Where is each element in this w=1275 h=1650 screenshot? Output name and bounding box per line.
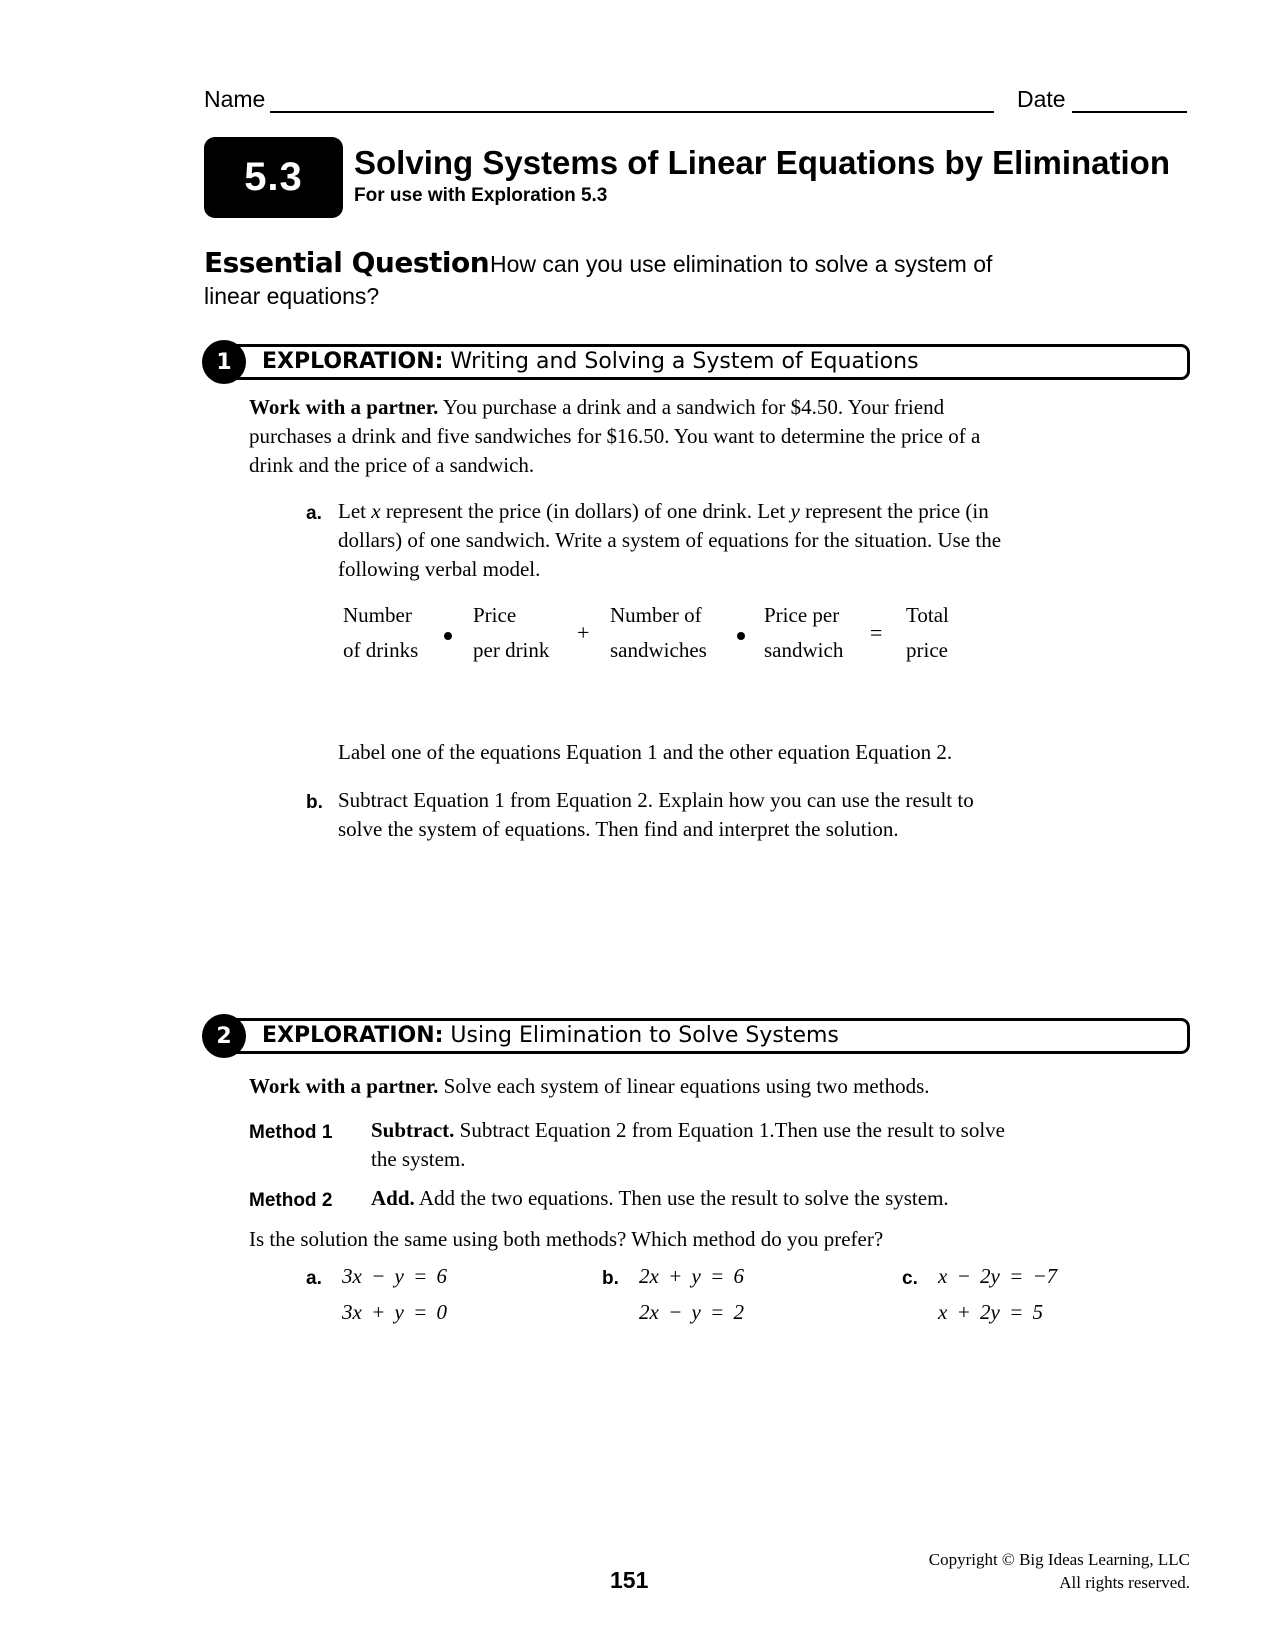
system-c-eq1: x − 2y = −7: [938, 1264, 1058, 1288]
method-2-label: Method 2: [249, 1190, 333, 1211]
exploration-1-number: 1: [216, 349, 232, 375]
lesson-title: Solving Systems of Linear Equations by E…: [354, 144, 1170, 181]
exploration-1-title: EXPLORATION: Writing and Solving a Syste…: [262, 349, 919, 374]
copyright-line-1: Copyright © Big Ideas Learning, LLC: [928, 1550, 1190, 1569]
part-a-text-1: Let: [338, 499, 372, 523]
verbal-term-bottom: of drinks: [343, 638, 419, 662]
method-1-text: Subtract. Subtract Equation 2 from Equat…: [371, 1116, 1171, 1174]
part-a-label: a.: [306, 503, 322, 524]
verbal-term-bottom: per drink: [473, 638, 550, 662]
intro-line-1: You purchase a drink and a sandwich for …: [438, 395, 945, 419]
verbal-term: Total price: [906, 598, 949, 668]
intro-text: Solve each system of linear equations us…: [438, 1074, 930, 1098]
copyright: Copyright © Big Ideas Learning, LLC All …: [929, 1548, 1190, 1594]
verbal-term-top: Number of: [610, 603, 702, 627]
verbal-term: Price per sandwich: [764, 598, 843, 668]
exploration-2-number: 2: [216, 1023, 232, 1049]
method-2-line-1: Add the two equations. Then use the resu…: [414, 1186, 949, 1210]
verbal-term: Number of drinks: [343, 598, 418, 668]
multiply-dot-icon: [737, 632, 745, 640]
name-label: Name: [204, 86, 266, 112]
method-1-line-1: Subtract Equation 2 from Equation 1.Then…: [454, 1118, 1005, 1142]
verbal-term-top: Number: [343, 603, 412, 627]
verbal-term: Number of sandwiches: [610, 598, 707, 668]
method-2-bold: Add.: [371, 1186, 415, 1210]
multiply-dot-icon: [444, 632, 452, 640]
verbal-term-bottom: price: [906, 638, 948, 662]
part-a-line-2: dollars) of one sandwich. Write a system…: [338, 528, 1002, 552]
part-a-text-2: represent the price (in dollars) of one …: [380, 499, 791, 523]
name-field[interactable]: [270, 111, 994, 113]
exploration-1-number-badge: 1: [202, 340, 246, 384]
part-b-label: b.: [306, 792, 323, 813]
lesson-number: 5.3: [244, 155, 303, 199]
verbal-term: Price per drink: [473, 598, 549, 668]
verbal-term-top: Total: [906, 603, 949, 627]
essential-question-text: How can you use elimination to solve a s…: [490, 251, 993, 277]
part-b-line-1: Subtract Equation 1 from Equation 2. Exp…: [338, 788, 974, 812]
part-a-line-3: following verbal model.: [338, 557, 541, 581]
date-label: Date: [1017, 86, 1066, 112]
date-field[interactable]: [1072, 111, 1187, 113]
variable-x: x: [371, 499, 381, 523]
system-c-label: c.: [902, 1268, 918, 1289]
method-1-line-2: the system.: [371, 1147, 466, 1171]
part-b-text: Subtract Equation 1 from Equation 2. Exp…: [338, 786, 1138, 844]
verbal-term-bottom: sandwich: [764, 638, 844, 662]
system-a-label: a.: [306, 1268, 322, 1289]
exploration-2-intro: Work with a partner. Solve each system o…: [249, 1072, 1149, 1101]
label-equations-instruction: Label one of the equations Equation 1 an…: [338, 740, 953, 764]
part-a-text: Let x represent the price (in dollars) o…: [338, 497, 1138, 584]
exploration-2-title-text: Using Elimination to Solve Systems: [450, 1023, 839, 1048]
verbal-term-top: Price: [473, 603, 517, 627]
lesson-subtitle: For use with Exploration 5.3: [354, 185, 608, 206]
intro-bold: Work with a partner.: [249, 1074, 439, 1098]
part-b-line-2: solve the system of equations. Then find…: [338, 817, 899, 841]
part-a-text-3: represent the price (in: [799, 499, 989, 523]
exploration-2-title: EXPLORATION: Using Elimination to Solve …: [262, 1023, 839, 1048]
intro-line-3: drink and the price of a sandwich.: [249, 453, 535, 477]
exploration-2-label: EXPLORATION:: [262, 1023, 444, 1048]
system-c-eq2: x + 2y = 5: [938, 1300, 1043, 1324]
variable-y: y: [790, 499, 800, 523]
essential-question-text-cont: linear equations?: [204, 283, 380, 309]
equals-sign: =: [870, 620, 883, 645]
lesson-number-badge: 5.3: [204, 137, 343, 218]
method-1-bold: Subtract.: [371, 1118, 455, 1142]
system-b-label: b.: [602, 1268, 619, 1289]
system-b-eq1: 2x + y = 6: [639, 1264, 744, 1288]
exploration-1-label: EXPLORATION:: [262, 349, 444, 374]
exploration-2-number-badge: 2: [202, 1014, 246, 1058]
comparison-question: Is the solution the same using both meth…: [249, 1227, 884, 1251]
system-a-eq1: 3x − y = 6: [342, 1264, 447, 1288]
system-a-eq2: 3x + y = 0: [342, 1300, 447, 1324]
page-number: 151: [610, 1567, 649, 1593]
intro-line-2: purchases a drink and five sandwiches fo…: [249, 424, 981, 448]
plus-sign: +: [577, 620, 590, 645]
verbal-term-bottom: sandwiches: [610, 638, 707, 662]
method-1-label: Method 1: [249, 1122, 333, 1143]
system-b-eq2: 2x − y = 2: [639, 1300, 744, 1324]
copyright-line-2: All rights reserved.: [1059, 1573, 1190, 1592]
intro-bold: Work with a partner.: [249, 395, 439, 419]
verbal-term-top: Price per: [764, 603, 840, 627]
essential-question-label: Essential Question: [204, 246, 490, 279]
method-2-text: Add. Add the two equations. Then use the…: [371, 1184, 1171, 1213]
exploration-1-intro: Work with a partner. You purchase a drin…: [249, 393, 1129, 480]
exploration-1-title-text: Writing and Solving a System of Equation…: [450, 349, 919, 374]
